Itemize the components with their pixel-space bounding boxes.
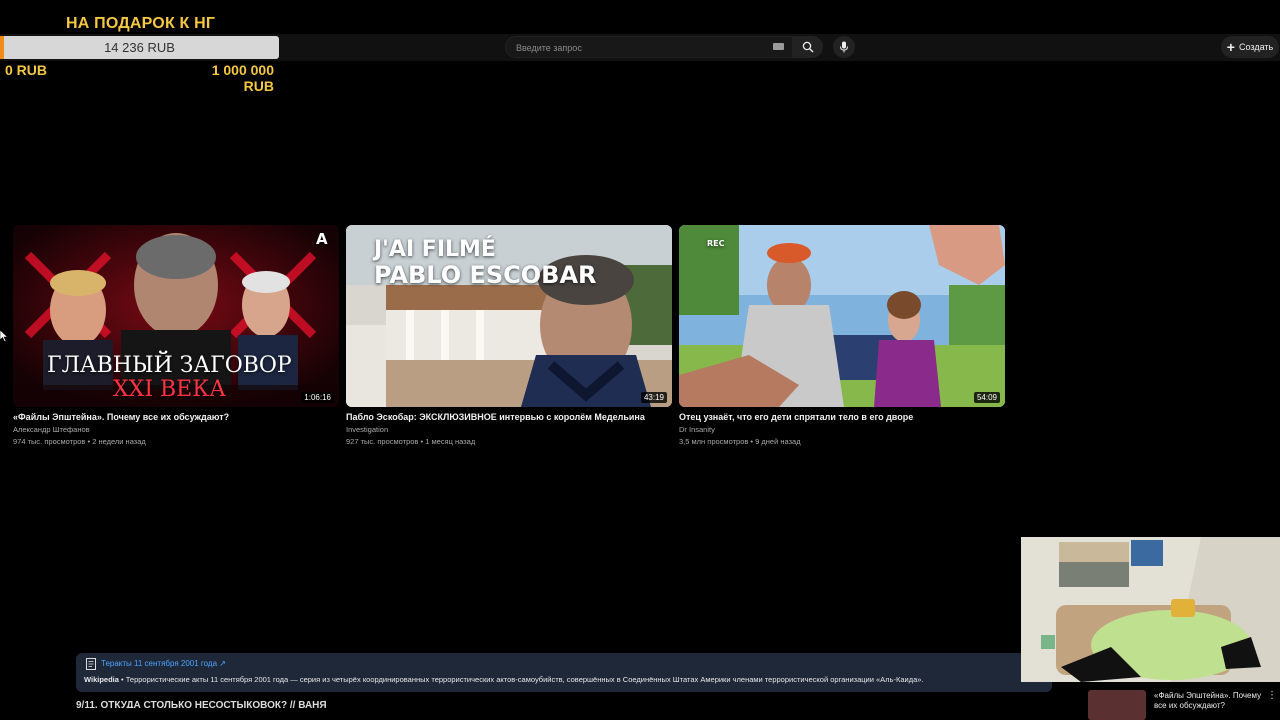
create-label: Создать <box>1238 42 1274 52</box>
video-meta: 3,5 млн просмотров • 9 дней назад <box>679 437 801 446</box>
more-options-icon[interactable]: ⋮ <box>1267 690 1277 701</box>
thumbnail-title-line2: XXI ВЕКА <box>113 377 226 402</box>
video-card[interactable]: REC 54:09 Отец узнаёт, что его дети спря… <box>679 225 1005 446</box>
video-duration: 1:06:16 <box>301 392 334 403</box>
video-channel[interactable]: Александр Штефанов <box>13 425 339 434</box>
info-panel: Теракты 11 сентября 2001 года ↗ Wikipedi… <box>76 653 1052 692</box>
video-thumbnail[interactable]: ГЛАВНЫЙ ЗАГОВОР XXI ВЕКА A 1:06:16 <box>13 225 339 407</box>
channel-logo-badge: A <box>316 230 328 248</box>
thumbnail-title-line1: ГЛАВНЫЙ ЗАГОВОР <box>47 353 292 378</box>
donation-max-label: 1 000 000 RUB <box>211 62 274 94</box>
video-thumbnail[interactable]: J'AI FILMÉ PABLO ESCOBAR 43:19 <box>346 225 672 407</box>
video-title[interactable]: Пабло Эскобар: ЭКСКЛЮЗИВНОЕ интервью с к… <box>346 412 672 422</box>
webcam-overlay <box>1021 537 1280 682</box>
mini-player-thumbnail[interactable] <box>1088 690 1146 720</box>
plus-icon: + <box>1226 39 1235 55</box>
video-meta: 974 тыс. просмотров • 2 недели назад <box>13 437 146 446</box>
mini-player[interactable]: «Файлы Эпштейна». Почему все их обсуждаю… <box>1060 686 1280 720</box>
search-box[interactable] <box>505 36 793 59</box>
donation-min-label: 0 RUB <box>5 62 48 78</box>
video-card[interactable]: J'AI FILMÉ PABLO ESCOBAR 43:19 Пабло Эск… <box>346 225 672 446</box>
thumbnail-title-line1: J'AI FILMÉ <box>374 237 496 262</box>
info-panel-description: Wikipedia • Террористические акты 11 сен… <box>84 675 1044 684</box>
rec-indicator: REC <box>707 239 725 248</box>
document-icon <box>86 658 96 670</box>
thumbnail-image <box>679 225 1005 407</box>
keyboard-icon[interactable] <box>773 43 784 50</box>
voice-search-button[interactable] <box>833 36 855 58</box>
create-button[interactable]: + Создать <box>1221 36 1279 58</box>
mouse-cursor-icon <box>0 330 8 342</box>
next-video-title[interactable]: 9/11. ОТКУДА СТОЛЬКО НЕСОСТЫКОВОК? // ВА… <box>76 700 327 708</box>
video-meta: 927 тыс. просмотров • 1 месяц назад <box>346 437 476 446</box>
video-title[interactable]: «Файлы Эпштейна». Почему все их обсуждаю… <box>13 412 339 422</box>
video-duration: 54:09 <box>973 392 1000 403</box>
search-button[interactable] <box>793 36 823 58</box>
mini-player-title[interactable]: «Файлы Эпштейна». Почему все их обсуждаю… <box>1154 691 1272 711</box>
video-duration: 43:19 <box>640 392 667 403</box>
info-source: Wikipedia <box>84 675 119 684</box>
thumbnail-title-line2: PABLO ESCOBAR <box>374 261 597 289</box>
video-card[interactable]: ГЛАВНЫЙ ЗАГОВОР XXI ВЕКА A 1:06:16 «Файл… <box>13 225 339 446</box>
search-input[interactable] <box>514 37 768 59</box>
video-channel[interactable]: Investigation <box>346 425 672 434</box>
search-icon <box>802 41 814 53</box>
video-channel[interactable]: Dr Insanity <box>679 425 1005 434</box>
webcam-image <box>1021 537 1280 682</box>
donation-title: НА ПОДАРОК К НГ <box>66 15 216 32</box>
video-thumbnail[interactable]: REC 54:09 <box>679 225 1005 407</box>
donation-current-amount: 14 236 RUB <box>104 40 175 55</box>
donation-progress-bar: 14 236 RUB <box>0 36 279 59</box>
microphone-icon <box>840 41 848 53</box>
info-text: • Террористические акты 11 сентября 2001… <box>118 675 924 684</box>
info-panel-link[interactable]: Теракты 11 сентября 2001 года ↗ <box>101 659 226 668</box>
video-title[interactable]: Отец узнаёт, что его дети спрятали тело … <box>679 412 1005 422</box>
